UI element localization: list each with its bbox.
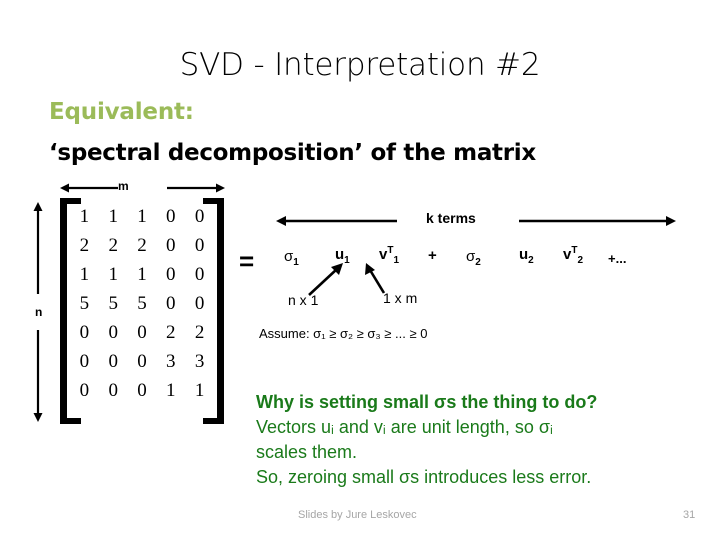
table-row: 0 0 0 3 3	[70, 347, 214, 376]
u-glyph: u	[519, 246, 529, 263]
footer-page-number: 31	[683, 509, 696, 521]
matrix-cell: 0	[194, 235, 205, 256]
matrix-cell: 0	[79, 322, 90, 343]
matrix-cell: 0	[108, 380, 118, 401]
matrix-cell: 2	[166, 322, 176, 343]
annotation-label-nx1: n x 1	[288, 292, 319, 308]
k-terms-label: k terms	[426, 210, 476, 226]
matrix-values-table: 1 1 1 0 0 2 2 2 0 0 1 1 1 0 0 5 5 5 0 0 …	[70, 202, 214, 405]
matrix-cell: 0	[137, 322, 147, 343]
table-row: 2 2 2 0 0	[70, 231, 214, 260]
matrix-cell: 3	[194, 351, 205, 372]
matrix-cell: 0	[166, 235, 176, 256]
matrix-cell: 0	[108, 351, 118, 372]
matrix-cell: 1	[79, 206, 90, 227]
footer-credit: Slides by Jure Leskovec	[298, 509, 417, 521]
plus-ellipsis: +...	[608, 251, 627, 266]
u-1-subscript: 1	[344, 255, 350, 266]
slide-canvas: SVD - Interpretation #2 Equivalent: ‘spe…	[0, 0, 720, 540]
annotation-label-1xm: 1 x m	[383, 290, 418, 306]
k-terms-arrow-icon	[276, 216, 676, 226]
matrix-cell: 1	[108, 206, 118, 227]
equals-sign: =	[239, 246, 255, 276]
matrix-cell: 0	[79, 380, 90, 401]
subtitle-equivalent-label: Equivalent:	[49, 99, 194, 125]
v-2-subscript: 2	[577, 255, 584, 266]
matrix-cell: 1	[166, 380, 176, 401]
matrix-cell: 5	[137, 293, 147, 314]
matrix-cell: 0	[166, 264, 176, 285]
explanation-block: Why is setting small σs the thing to do?…	[256, 390, 716, 490]
explanation-line-3: scales them.	[256, 442, 358, 462]
matrix-cell: 2	[194, 322, 205, 343]
dimension-label-m: m	[118, 179, 129, 193]
matrix-cell: 1	[137, 206, 147, 227]
table-row: 1 1 1 0 0	[70, 260, 214, 289]
matrix-cell: 0	[166, 206, 176, 227]
matrix-cell: 0	[108, 322, 118, 343]
dimension-label-n: n	[33, 304, 45, 320]
matrix-cell: 5	[108, 293, 118, 314]
sigma-glyph: σ	[284, 248, 294, 265]
matrix-cell: 1	[194, 380, 205, 401]
matrix-cell: 0	[79, 351, 90, 372]
matrix-cell: 0	[137, 351, 147, 372]
v-1-subscript: 1	[393, 255, 400, 266]
plus-operator: +	[428, 247, 437, 264]
sigma-glyph: σ	[466, 248, 476, 265]
table-row: 0 0 0 1 1	[70, 376, 214, 405]
u-glyph: u	[335, 246, 345, 263]
sigma-2-subscript: 2	[475, 257, 481, 268]
term-v-transpose-2: vT2	[563, 245, 583, 266]
matrix-cell: 0	[166, 293, 176, 314]
matrix-cell: 2	[137, 235, 147, 256]
term-u-2: u2	[519, 246, 534, 266]
matrix-cell: 1	[108, 264, 118, 285]
matrix-cell: 2	[79, 235, 90, 256]
matrix-cell: 0	[194, 206, 205, 227]
dimension-arrow-m-icon	[60, 183, 225, 193]
matrix-cell: 5	[79, 293, 90, 314]
table-row: 0 0 0 2 2	[70, 318, 214, 347]
term-sigma-1: σ1	[284, 248, 299, 268]
matrix-cell: 0	[194, 293, 205, 314]
matrix-cell: 1	[79, 264, 90, 285]
explanation-line-1: Why is setting small σs the thing to do?	[256, 392, 598, 412]
assume-ordering-note: Assume: σ₁ ≥ σ₂ ≥ σ₃ ≥ ... ≥ 0	[259, 326, 428, 341]
u-2-subscript: 2	[528, 255, 534, 266]
explanation-line-2: Vectors uᵢ and vᵢ are unit length, so σᵢ	[256, 417, 553, 437]
input-matrix: 1 1 1 0 0 2 2 2 0 0 1 1 1 0 0 5 5 5 0 0 …	[60, 198, 224, 424]
table-row: 5 5 5 0 0	[70, 289, 214, 318]
matrix-cell: 1	[137, 264, 147, 285]
term-sigma-2: σ2	[466, 248, 481, 268]
sigma-1-subscript: 1	[293, 257, 299, 268]
matrix-cell: 3	[166, 351, 176, 372]
matrix-cell: 2	[108, 235, 118, 256]
explanation-line-4: So, zeroing small σs introduces less err…	[256, 467, 592, 487]
page-title: SVD - Interpretation #2	[179, 47, 541, 83]
matrix-cell: 0	[194, 264, 205, 285]
matrix-cell: 0	[137, 380, 147, 401]
table-row: 1 1 1 0 0	[70, 202, 214, 231]
subtitle-spectral-decomposition: ‘spectral decomposition’ of the matrix	[49, 140, 536, 166]
